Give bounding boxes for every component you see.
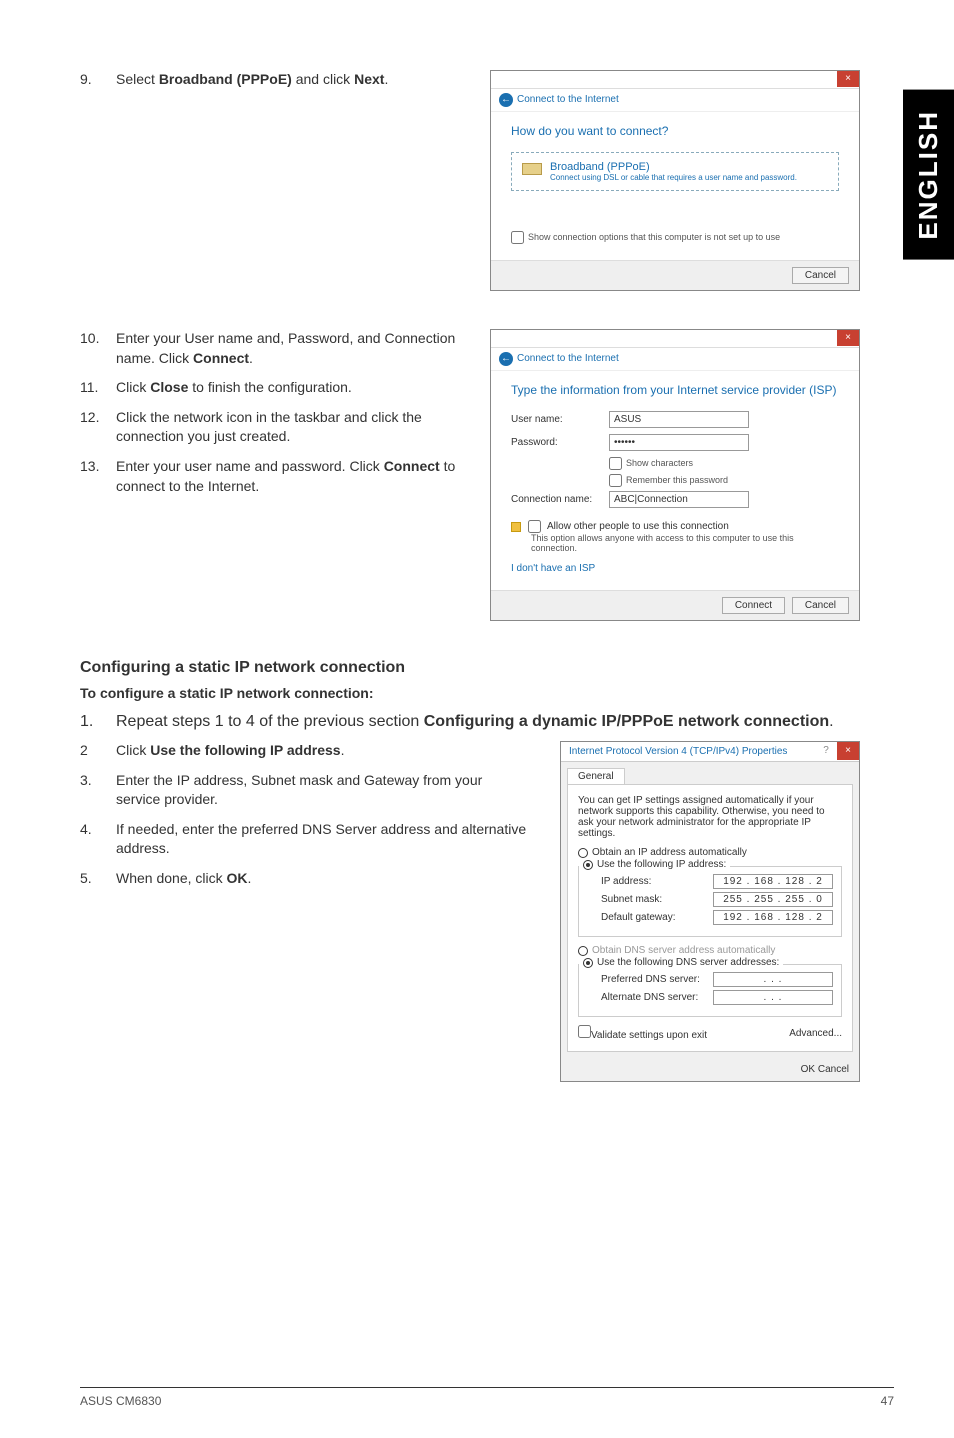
step-number: 11.: [80, 378, 116, 398]
help-icon[interactable]: ?: [817, 742, 835, 760]
step-text: Click Close to finish the configuration.: [116, 378, 352, 398]
alternate-dns-input[interactable]: . . .: [713, 990, 833, 1005]
obtain-dns-auto-label: Obtain DNS server address automatically: [592, 945, 775, 956]
use-following-ip-label: Use the following IP address:: [597, 859, 726, 870]
connect-button[interactable]: Connect: [722, 597, 785, 614]
remember-password-label: Remember this password: [626, 475, 728, 485]
cancel-button[interactable]: Cancel: [818, 1064, 849, 1075]
dialog-breadcrumb: Connect to the Internet: [517, 353, 619, 364]
subnet-mask-input[interactable]: 255 . 255 . 255 . 0: [713, 892, 833, 907]
show-characters-label: Show characters: [626, 458, 693, 468]
cancel-button[interactable]: Cancel: [792, 597, 849, 614]
obtain-ip-auto-radio[interactable]: [578, 848, 588, 858]
dialog-heading: How do you want to connect?: [511, 124, 839, 138]
allow-others-label: Allow other people to use this connectio…: [547, 521, 729, 532]
shield-icon: [511, 522, 521, 532]
step-text: Enter the IP address, Subnet mask and Ga…: [116, 771, 530, 810]
close-icon[interactable]: ×: [837, 330, 859, 346]
step-number: 12.: [80, 408, 116, 447]
step-number: 10.: [80, 329, 116, 368]
password-input[interactable]: ••••••: [609, 434, 749, 451]
footer-product: ASUS CM6830: [80, 1394, 161, 1408]
back-icon[interactable]: ←: [499, 93, 513, 107]
step-text: Enter your user name and password. Click…: [116, 457, 470, 496]
dialog-heading: Type the information from your Internet …: [511, 383, 839, 397]
connection-name-label: Connection name:: [511, 494, 601, 505]
allow-others-checkbox[interactable]: [528, 520, 541, 533]
step-number: 3.: [80, 771, 116, 810]
default-gateway-label: Default gateway:: [601, 912, 676, 923]
cancel-button[interactable]: Cancel: [792, 267, 849, 284]
section-heading: Configuring a static IP network connecti…: [80, 659, 860, 677]
dialog-paragraph: You can get IP settings assigned automat…: [578, 795, 842, 839]
step-number: 2: [80, 741, 116, 761]
connect-dialog: × ← Connect to the Internet How do you wa…: [490, 70, 860, 291]
option-title: Broadband (PPPoE): [550, 161, 797, 173]
use-following-dns-radio[interactable]: [583, 958, 593, 968]
subnet-mask-label: Subnet mask:: [601, 894, 662, 905]
show-options-label: Show connection options that this comput…: [528, 232, 780, 242]
step-text: Repeat steps 1 to 4 of the previous sect…: [116, 713, 834, 731]
step-number: 5.: [80, 869, 116, 889]
dialog-title: Internet Protocol Version 4 (TCP/IPv4) P…: [569, 746, 787, 757]
dialog-breadcrumb: Connect to the Internet: [517, 94, 619, 105]
username-label: User name:: [511, 414, 601, 425]
close-icon[interactable]: ×: [837, 742, 859, 760]
ip-address-label: IP address:: [601, 876, 651, 887]
back-icon[interactable]: ←: [499, 352, 513, 366]
ipv4-properties-dialog: Internet Protocol Version 4 (TCP/IPv4) P…: [560, 741, 860, 1082]
advanced-button[interactable]: Advanced...: [789, 1028, 842, 1039]
show-options-checkbox[interactable]: [511, 231, 524, 244]
page-footer: ASUS CM6830 47: [80, 1387, 894, 1408]
preferred-dns-label: Preferred DNS server:: [601, 974, 700, 985]
alternate-dns-label: Alternate DNS server:: [601, 992, 698, 1003]
no-isp-link[interactable]: I don't have an ISP: [511, 563, 595, 574]
isp-info-dialog: × ← Connect to the Internet Type the info…: [490, 329, 860, 621]
ip-address-input[interactable]: 192 . 168 . 128 . 2: [713, 874, 833, 889]
step-text: Click the network icon in the taskbar an…: [116, 408, 470, 447]
obtain-dns-auto-radio: [578, 946, 588, 956]
validate-settings-checkbox[interactable]: [578, 1025, 591, 1038]
close-icon[interactable]: ×: [837, 71, 859, 87]
language-tab: ENGLISH: [903, 90, 954, 260]
validate-settings-label: Validate settings upon exit: [591, 1030, 707, 1041]
step-text: Click Use the following IP address.: [116, 741, 344, 761]
footer-page-number: 47: [881, 1394, 894, 1408]
step-number: 4.: [80, 820, 116, 859]
preferred-dns-input[interactable]: . . .: [713, 972, 833, 987]
section-subheading: To configure a static IP network connect…: [80, 685, 860, 701]
option-subtitle: Connect using DSL or cable that requires…: [550, 173, 797, 182]
allow-others-sub: This option allows anyone with access to…: [531, 533, 839, 553]
use-following-dns-label: Use the following DNS server addresses:: [597, 957, 779, 968]
modem-icon: [522, 163, 542, 175]
step-text: Select Broadband (PPPoE) and click Next.: [116, 70, 388, 90]
connection-name-input[interactable]: ABC|Connection: [609, 491, 749, 508]
remember-password-checkbox[interactable]: [609, 474, 622, 487]
step-text: When done, click OK.: [116, 869, 251, 889]
step-number: 1.: [80, 713, 116, 731]
step-number: 13.: [80, 457, 116, 496]
general-tab[interactable]: General: [567, 768, 625, 784]
default-gateway-input[interactable]: 192 . 168 . 128 . 2: [713, 910, 833, 925]
obtain-ip-auto-label: Obtain an IP address automatically: [592, 847, 747, 858]
ok-button[interactable]: OK: [801, 1064, 815, 1075]
password-label: Password:: [511, 437, 601, 448]
broadband-option[interactable]: Broadband (PPPoE) Connect using DSL or c…: [511, 152, 839, 191]
step-number: 9.: [80, 70, 116, 90]
page-content: 9. Select Broadband (PPPoE) and click Ne…: [0, 0, 954, 1152]
use-following-ip-radio[interactable]: [583, 860, 593, 870]
show-characters-checkbox[interactable]: [609, 457, 622, 470]
username-input[interactable]: ASUS: [609, 411, 749, 428]
step-text: Enter your User name and, Password, and …: [116, 329, 470, 368]
step-text: If needed, enter the preferred DNS Serve…: [116, 820, 530, 859]
